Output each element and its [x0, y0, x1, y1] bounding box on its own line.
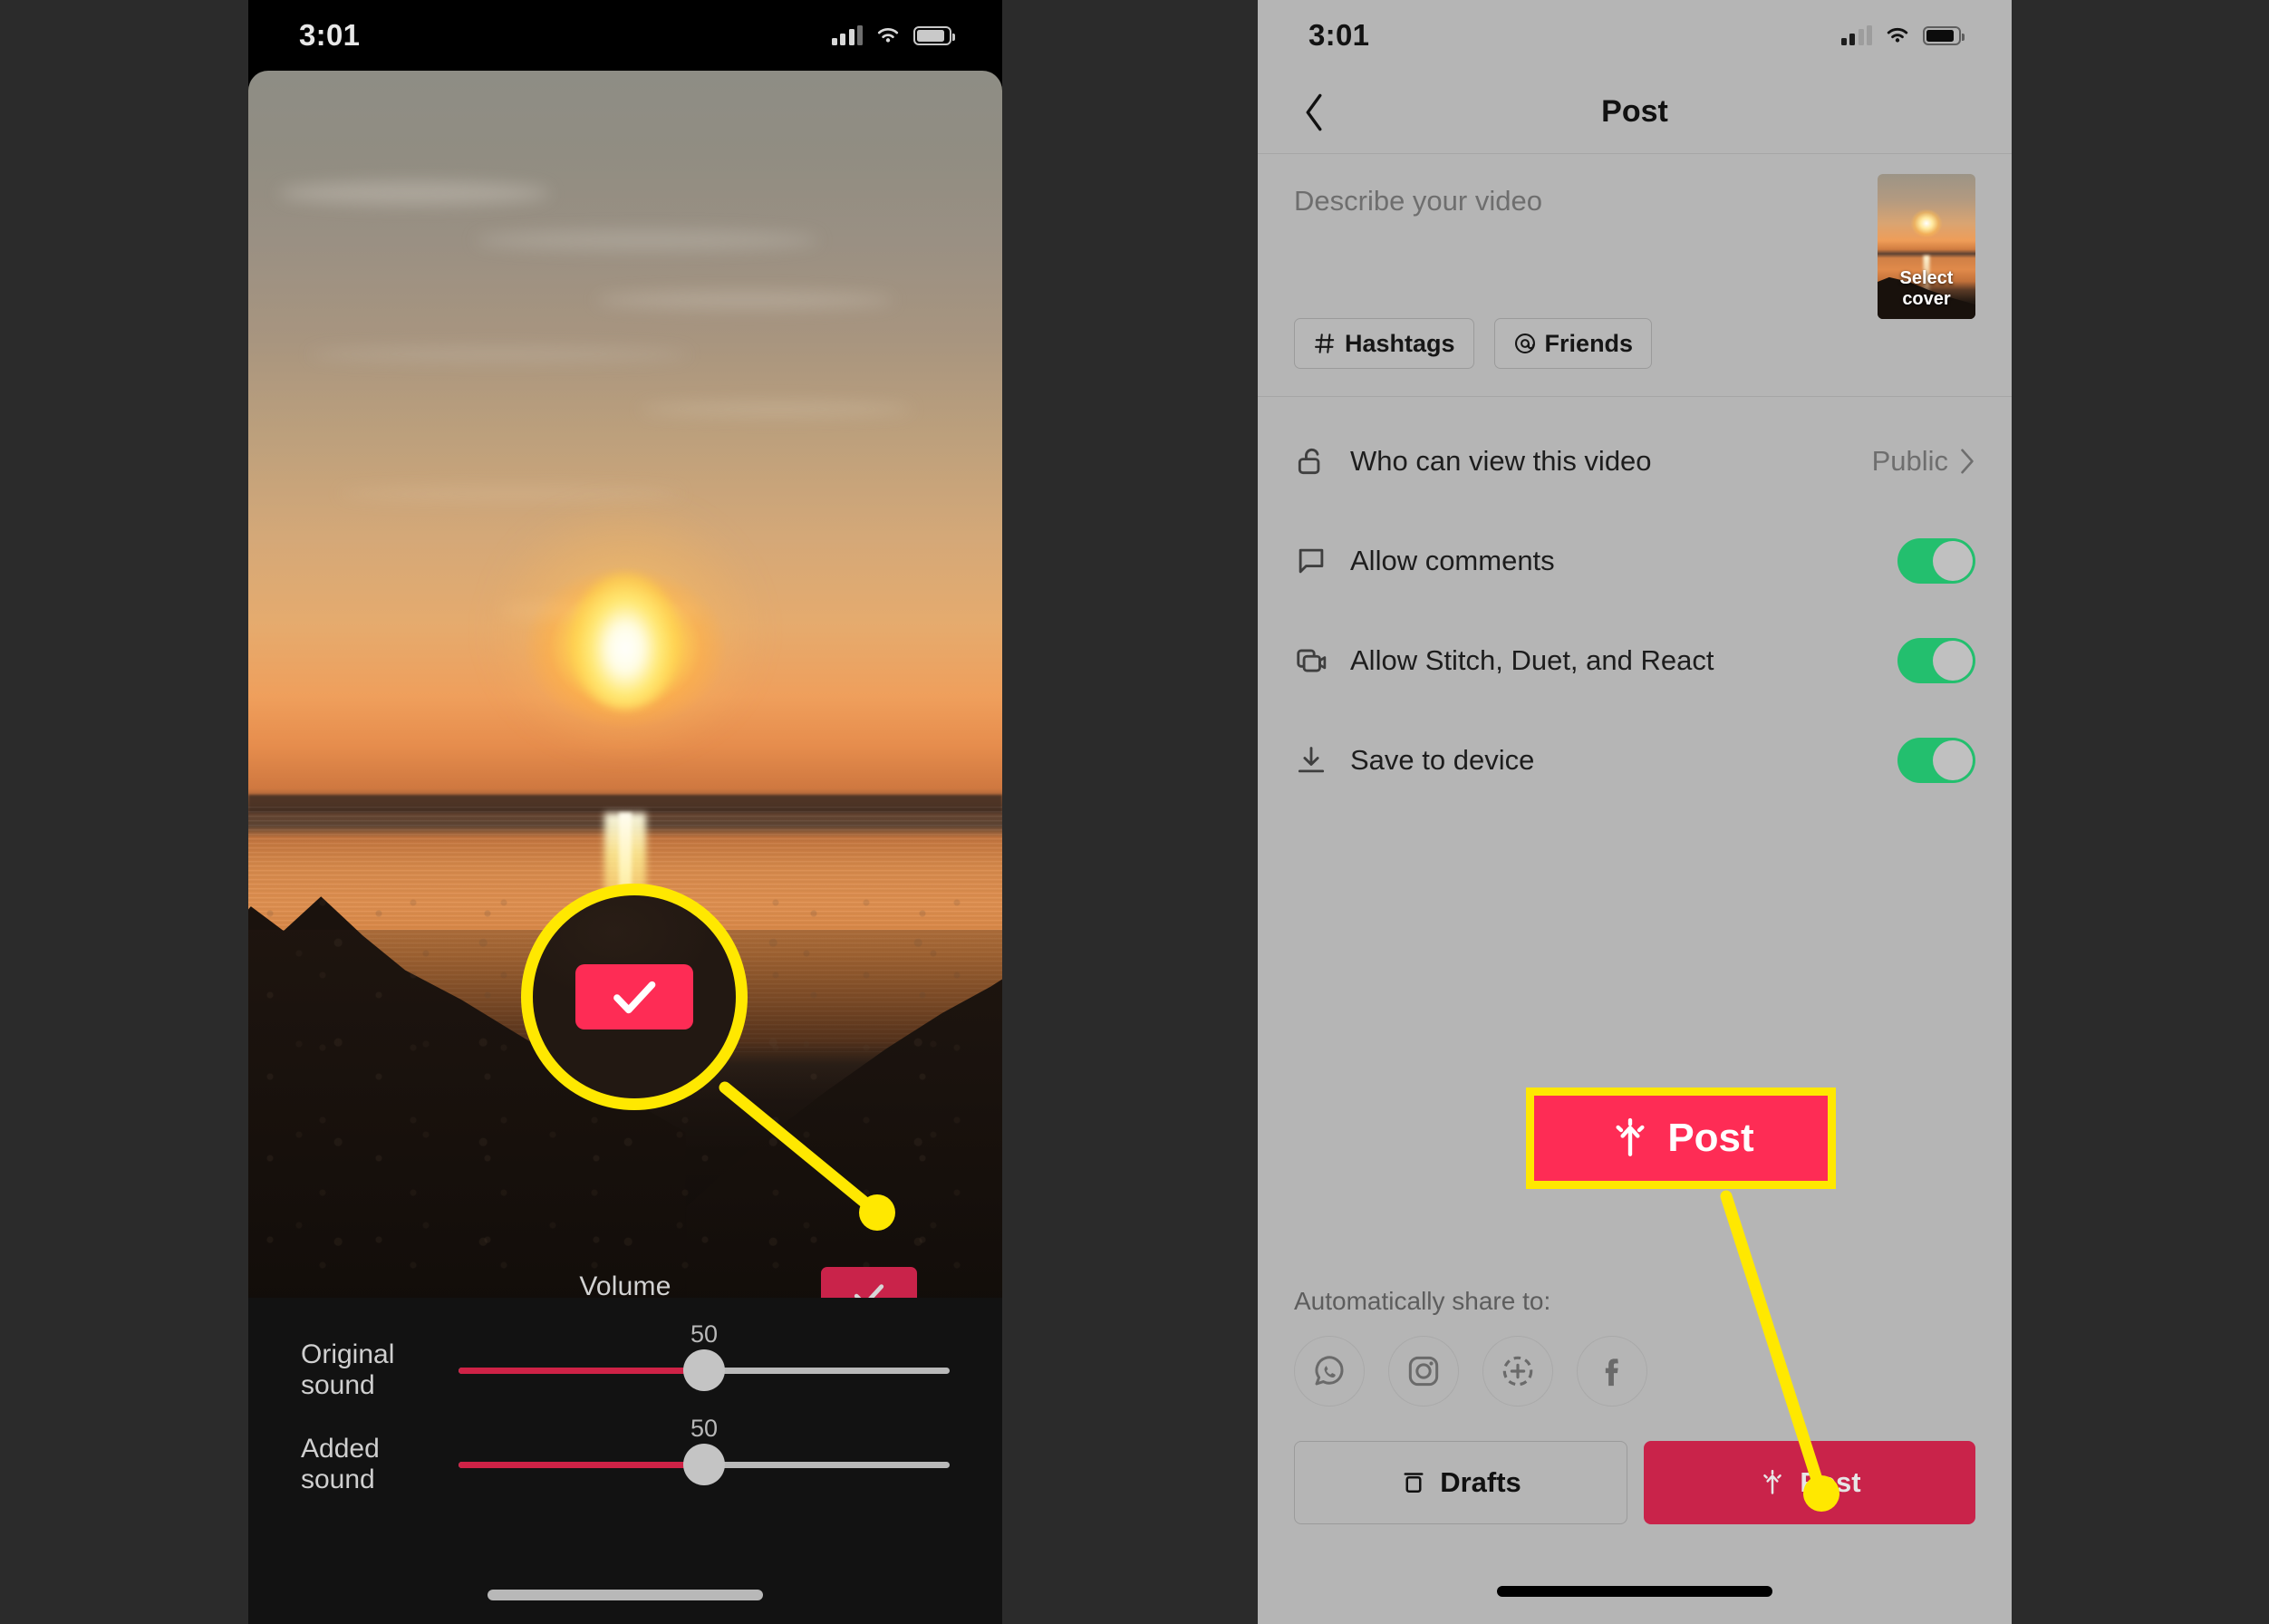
wifi-icon — [1887, 27, 1908, 43]
slider-row-added-sound[interactable]: Added sound 50 — [248, 1415, 1002, 1494]
magnifier-callout-check-button — [521, 884, 748, 1110]
setting-label-stitch: Allow Stitch, Duet, and React — [1350, 644, 1714, 676]
describe-chips: Hashtags Friends — [1294, 318, 1653, 369]
describe-video-input[interactable]: Describe your video — [1294, 185, 1975, 218]
facebook-share-button[interactable] — [1577, 1336, 1647, 1406]
status-bar-time: 3:01 — [1308, 18, 1370, 52]
setting-row-save-device[interactable]: Save to device — [1294, 710, 1975, 810]
unlock-icon — [1294, 444, 1350, 478]
setting-value-privacy[interactable]: Public — [1872, 445, 1975, 478]
check-icon — [613, 981, 656, 1014]
whatsapp-share-button[interactable] — [1294, 1336, 1365, 1406]
slider-label-original-sound: Original sound — [301, 1339, 395, 1400]
auto-share-icons — [1294, 1336, 1975, 1406]
battery-icon — [1923, 25, 1965, 45]
status-bar-time: 3:01 — [299, 18, 361, 52]
whatsapp-icon — [1315, 1356, 1344, 1386]
setting-label-save-device: Save to device — [1350, 744, 1535, 776]
hashtags-chip-label: Hashtags — [1345, 329, 1455, 357]
drafts-button-label: Drafts — [1440, 1466, 1521, 1498]
auto-share-section: Automatically share to: — [1294, 1287, 1975, 1406]
friends-chip[interactable]: Friends — [1493, 318, 1653, 369]
slider-row-original-sound[interactable]: Original sound 50 — [248, 1320, 1002, 1400]
auto-share-label: Automatically share to: — [1294, 1287, 1551, 1315]
download-icon — [1294, 743, 1350, 778]
slider-track-added-sound[interactable]: 50 — [459, 1415, 950, 1485]
slider-label-added-sound: Added sound — [301, 1434, 380, 1494]
post-upload-icon — [1763, 1469, 1782, 1494]
stitch-icon — [1294, 643, 1350, 678]
home-indicator-left — [488, 1590, 763, 1600]
battery-icon — [913, 25, 955, 45]
magnified-check-button — [575, 964, 693, 1030]
status-bar-icons — [831, 25, 955, 45]
setting-label-privacy: Who can view this video — [1350, 445, 1652, 477]
at-mention-icon — [1514, 334, 1535, 353]
sound-volume-panel: Original sound 50 Added sound 50 — [248, 1298, 1002, 1624]
instagram-icon — [1408, 1356, 1439, 1387]
slider-value-added-sound: 50 — [690, 1414, 719, 1442]
setting-row-comments[interactable]: Allow comments — [1294, 511, 1975, 611]
toggle-allow-comments[interactable] — [1897, 538, 1975, 584]
instagram-stories-share-button[interactable] — [1482, 1336, 1553, 1406]
chevron-right-icon — [1961, 449, 1974, 474]
phone-right-post-screen: 3:01 Post Describe your video Hashtags F… — [1258, 0, 2012, 1624]
drafts-icon — [1404, 1473, 1424, 1493]
bottom-action-buttons: Drafts Post — [1294, 1441, 1975, 1524]
wifi-icon — [877, 28, 899, 43]
instagram-stories-icon — [1502, 1356, 1533, 1387]
status-bar-left: 3:01 — [248, 0, 1002, 71]
callout-post-button: Post — [1526, 1088, 1836, 1189]
callout-post-label: Post — [1667, 1116, 1754, 1160]
post-upload-icon — [1616, 1117, 1645, 1156]
check-icon — [854, 1284, 884, 1298]
hashtags-chip[interactable]: Hashtags — [1294, 318, 1474, 369]
slider-value-original-sound: 50 — [690, 1320, 719, 1348]
setting-row-stitch[interactable]: Allow Stitch, Duet, and React — [1294, 611, 1975, 710]
setting-row-privacy[interactable]: Who can view this video Public — [1294, 411, 1975, 511]
magnifier-anchor-dot — [859, 1194, 895, 1231]
toggle-allow-stitch[interactable] — [1897, 638, 1975, 683]
phone-left-video-editor: 3:01 Volume Original sound 50 Added soun… — [248, 0, 1002, 1624]
chevron-left-icon — [1306, 93, 1322, 130]
sun-icon — [571, 573, 680, 710]
page-title: Post — [1601, 94, 1668, 129]
describe-section: Describe your video Hashtags Friends Sel… — [1258, 154, 2012, 397]
settings-list: Who can view this video Public Allow com… — [1258, 397, 2012, 810]
select-cover-label: Select cover — [1899, 268, 1954, 309]
nav-bar: Post — [1258, 71, 2012, 154]
comment-icon — [1294, 544, 1350, 578]
confirm-check-button[interactable] — [821, 1267, 917, 1298]
slider-knob-added-sound[interactable] — [683, 1444, 725, 1485]
friends-chip-label: Friends — [1544, 329, 1634, 357]
setting-label-comments: Allow comments — [1350, 545, 1555, 576]
hashtag-icon — [1315, 334, 1335, 353]
slider-knob-original-sound[interactable] — [683, 1349, 725, 1391]
toggle-save-to-device[interactable] — [1897, 738, 1975, 783]
signal-bars-icon — [1840, 25, 1872, 45]
slider-track-original-sound[interactable]: 50 — [459, 1320, 950, 1391]
status-bar-right: 3:01 — [1258, 0, 2012, 71]
home-indicator-right — [1497, 1586, 1772, 1597]
privacy-value-text: Public — [1871, 445, 1948, 477]
screenshot-stage: 3:01 Volume Original sound 50 Added soun… — [0, 0, 2269, 1624]
post-callout-anchor-dot — [1803, 1475, 1839, 1512]
video-preview[interactable]: Volume — [248, 71, 1002, 1298]
back-button[interactable] — [1294, 92, 1334, 132]
status-bar-icons — [1840, 25, 1965, 45]
select-cover-thumbnail[interactable]: Select cover — [1878, 174, 1975, 319]
facebook-icon — [1605, 1358, 1618, 1387]
signal-bars-icon — [831, 25, 863, 45]
drafts-button[interactable]: Drafts — [1294, 1441, 1627, 1524]
instagram-share-button[interactable] — [1388, 1336, 1459, 1406]
